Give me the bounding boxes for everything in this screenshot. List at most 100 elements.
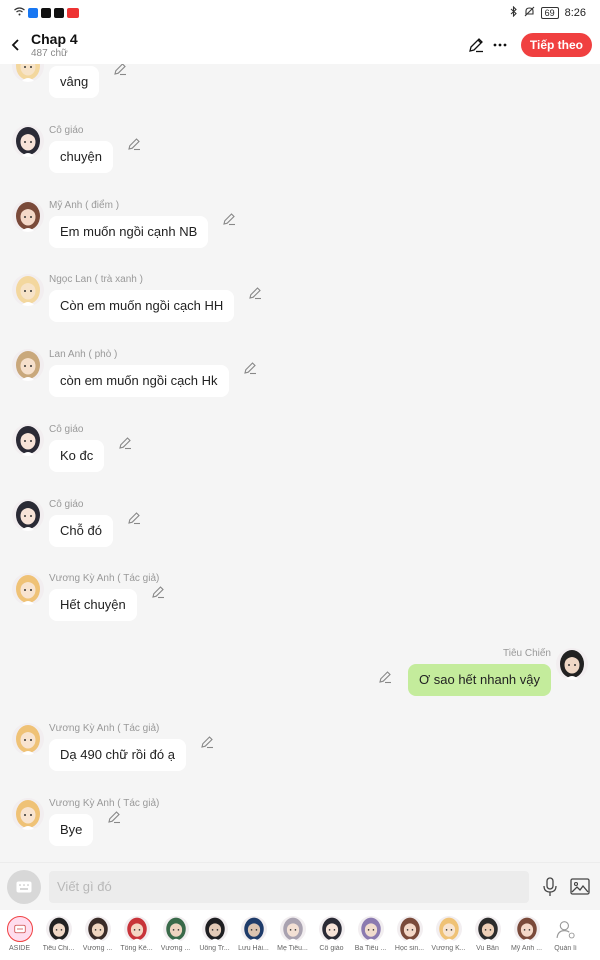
chat-area[interactable]: Ngọc Lan ( trà xanh )vâng Cô giáochuyện … <box>0 64 600 862</box>
avatar[interactable] <box>12 722 44 755</box>
character-item[interactable]: Uông Tr... <box>195 910 234 960</box>
bluetooth-icon <box>510 5 518 20</box>
character-avatar <box>123 916 150 942</box>
image-icon <box>570 878 590 895</box>
edit-message-icon[interactable] <box>127 137 141 151</box>
chat-message: Mỹ Anh ( điểm ) Em muốn ngồi cạnh NB <box>0 199 600 260</box>
character-avatar <box>279 916 306 942</box>
keyboard-button[interactable] <box>7 869 41 904</box>
character-item[interactable]: Ba Tiêu ... <box>351 910 390 960</box>
edit-message-icon[interactable] <box>127 511 141 525</box>
edit-title-button[interactable] <box>465 34 487 56</box>
message-bubble[interactable]: Em muốn ngồi cạnh NB <box>49 215 209 248</box>
top-bar: Chap 4 487 chữ Tiếp theo <box>0 26 600 64</box>
character-name: Học sin... <box>394 945 425 952</box>
character-avatar <box>357 916 384 942</box>
character-item[interactable]: Mẹ Tiêu... <box>273 910 312 960</box>
sender-name: Ngọc Lan ( trà xanh ) <box>49 274 143 286</box>
character-item[interactable]: Vu Bân <box>468 910 507 960</box>
character-item[interactable]: Mỹ Anh ... <box>507 910 546 960</box>
character-name: Uông Tr... <box>199 945 230 952</box>
character-item[interactable]: Vương ... <box>78 910 117 960</box>
character-item[interactable]: Tiêu Chi... <box>39 910 78 960</box>
notification-icons <box>14 7 79 19</box>
chat-message: Cô giáo chuyện <box>0 124 600 185</box>
character-name: Vương ... <box>82 945 113 952</box>
character-name: Lưu Hải... <box>238 945 269 952</box>
app-icon <box>67 8 79 18</box>
silent-icon <box>524 6 535 20</box>
image-button[interactable] <box>569 876 591 898</box>
message-bubble[interactable]: Ơ sao hết nhanh vậy <box>407 664 551 696</box>
more-button[interactable] <box>489 34 511 56</box>
input-bar <box>0 862 600 910</box>
avatar[interactable] <box>556 648 588 680</box>
character-avatar <box>513 916 540 942</box>
avatar[interactable] <box>12 124 44 157</box>
character-name: Vương ... <box>160 945 191 952</box>
voice-button[interactable] <box>539 876 561 898</box>
character-avatar <box>435 916 462 942</box>
avatar[interactable] <box>12 797 44 830</box>
character-name: Cô giáo <box>319 945 344 952</box>
edit-message-icon[interactable] <box>222 212 236 226</box>
chat-message: Cô giáo Ko đc <box>0 423 600 484</box>
character-avatar <box>162 916 189 942</box>
keyboard-icon <box>16 881 32 892</box>
message-bubble[interactable]: vâng <box>49 66 100 98</box>
edit-message-icon[interactable] <box>113 64 127 76</box>
character-name: Ba Tiêu ... <box>354 945 387 952</box>
character-avatar <box>318 916 345 942</box>
edit-message-icon[interactable] <box>151 585 165 599</box>
avatar[interactable] <box>12 199 44 232</box>
message-bubble[interactable]: Dạ 490 chữ rồi đó ạ <box>49 738 186 771</box>
chevron-left-icon <box>11 39 19 51</box>
message-input[interactable] <box>49 870 529 903</box>
sender-name: Cô giáo <box>49 498 84 510</box>
edit-message-icon[interactable] <box>243 361 257 375</box>
character-item[interactable]: Vương K... <box>429 910 468 960</box>
status-bar: 69 8:26 <box>0 0 600 26</box>
chat-message: Tiêu Chiến Ơ sao hết nhanh vậy <box>0 648 600 708</box>
avatar[interactable] <box>12 64 44 82</box>
character-item[interactable]: Vương ... <box>156 910 195 960</box>
chat-message: Vương Kỳ Anh ( Tác giả) Bye <box>0 797 600 858</box>
avatar[interactable] <box>12 573 44 606</box>
message-bubble[interactable]: Bye <box>49 813 94 846</box>
edit-message-icon[interactable] <box>378 670 392 684</box>
character-name: Tiêu Chi... <box>42 945 75 952</box>
character-name: Tống Kế... <box>120 945 153 952</box>
character-item[interactable]: Tống Kế... <box>117 910 156 960</box>
edit-message-icon[interactable] <box>248 286 262 300</box>
character-avatar <box>240 916 267 942</box>
message-bubble[interactable]: chuyện <box>49 140 113 173</box>
character-item[interactable]: Quản lí <box>546 910 585 960</box>
clock: 8:26 <box>564 7 586 19</box>
character-avatar <box>84 916 111 942</box>
message-bubble[interactable]: Ko đc <box>49 439 105 472</box>
character-name: Vương K... <box>431 945 466 952</box>
chat-message: Cô giáo Chỗ đó <box>0 498 600 559</box>
wifi-icon <box>14 7 25 19</box>
sender-name: Vương Kỳ Anh ( Tác giả) <box>49 573 160 585</box>
chat-message: Lan Anh ( phò ) còn em muốn ngồi cạch Hk <box>0 349 600 409</box>
message-bubble[interactable]: còn em muốn ngồi cạch Hk <box>49 365 229 397</box>
chapter-title: Chap 4 <box>31 30 78 47</box>
message-bubble[interactable]: Hết chuyện <box>49 589 137 622</box>
avatar[interactable] <box>12 498 44 531</box>
character-item[interactable]: Lưu Hải... <box>234 910 273 960</box>
avatar[interactable] <box>12 423 44 456</box>
avatar[interactable] <box>12 274 44 307</box>
edit-message-icon[interactable] <box>200 735 214 749</box>
back-button[interactable] <box>4 33 28 57</box>
message-bubble[interactable]: Còn em muốn ngồi cạch HH <box>49 290 235 323</box>
message-bubble[interactable]: Chỗ đó <box>49 514 113 547</box>
character-item[interactable]: Cô giáo <box>312 910 351 960</box>
character-avatar <box>6 916 33 942</box>
edit-message-icon[interactable] <box>107 810 121 824</box>
character-item[interactable]: Học sin... <box>390 910 429 960</box>
avatar[interactable] <box>12 349 44 381</box>
character-item[interactable]: ASIDE <box>0 910 39 960</box>
edit-message-icon[interactable] <box>118 436 132 450</box>
next-button[interactable]: Tiếp theo <box>520 33 592 57</box>
